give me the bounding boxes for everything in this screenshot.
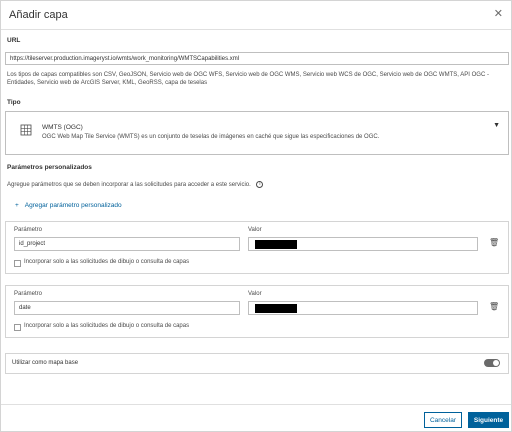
draw-query-only-checkbox[interactable] bbox=[14, 324, 21, 331]
value-label: Valor bbox=[248, 227, 262, 233]
custom-params-help: Agregue parámetros que se deben incorpor… bbox=[7, 181, 264, 189]
type-description: OGC Web Map Tile Service (WMTS) es un co… bbox=[42, 134, 380, 140]
type-name: WMTS (OGC) bbox=[42, 124, 83, 131]
value-label: Valor bbox=[248, 291, 262, 297]
cancel-button[interactable]: Cancelar bbox=[424, 412, 462, 428]
parameter-name-value: date bbox=[19, 305, 31, 311]
custom-parameter-row: Parámetro id_project Valor 🗑 Incorporar … bbox=[5, 221, 509, 274]
parameter-name-input[interactable]: date bbox=[14, 301, 240, 315]
parameter-value-input[interactable] bbox=[248, 237, 478, 251]
layer-tiles-icon bbox=[20, 124, 32, 136]
draw-query-only-checkbox[interactable] bbox=[14, 260, 21, 267]
parameter-label: Parámetro bbox=[14, 227, 43, 233]
close-icon[interactable]: ✕ bbox=[494, 9, 503, 20]
url-input[interactable]: https://tileserver.production.imageryst.… bbox=[5, 52, 509, 65]
dialog-title: Añadir capa bbox=[9, 9, 68, 21]
basemap-option: Utilizar como mapa base bbox=[5, 353, 509, 374]
parameter-value-input[interactable] bbox=[248, 301, 478, 315]
masked-value bbox=[255, 240, 297, 249]
parameter-name-input[interactable]: id_project bbox=[14, 237, 240, 251]
url-help-text: Los tipos de capas compatibles son CSV, … bbox=[7, 72, 489, 86]
custom-params-help-text: Agregue parámetros que se deben incorpor… bbox=[7, 182, 251, 189]
trash-icon[interactable]: 🗑 bbox=[489, 238, 499, 247]
layer-type-select[interactable]: WMTS (OGC) OGC Web Map Tile Service (WMT… bbox=[5, 111, 509, 155]
next-button[interactable]: Siguiente bbox=[468, 412, 509, 428]
url-value: https://tileserver.production.imageryst.… bbox=[10, 55, 240, 62]
plus-icon: + bbox=[15, 202, 19, 209]
url-label: URL bbox=[7, 37, 21, 44]
custom-params-label: Parámetros personalizados bbox=[7, 164, 92, 171]
add-custom-parameter-button[interactable]: + Agregar parámetro personalizado bbox=[15, 202, 122, 209]
basemap-toggle[interactable] bbox=[484, 359, 500, 367]
parameter-label: Parámetro bbox=[14, 291, 43, 297]
header-divider bbox=[1, 29, 511, 30]
info-icon[interactable]: i bbox=[256, 181, 264, 188]
toggle-knob bbox=[493, 360, 499, 366]
footer-divider bbox=[1, 404, 511, 405]
draw-query-only-label: Incorporar solo a las solicitudes de dib… bbox=[24, 323, 190, 329]
add-layer-dialog: Añadir capa ✕ URL https://tileserver.pro… bbox=[0, 0, 512, 432]
trash-icon[interactable]: 🗑 bbox=[489, 302, 499, 311]
add-custom-parameter-label: Agregar parámetro personalizado bbox=[24, 202, 122, 209]
masked-value bbox=[255, 304, 297, 313]
custom-parameter-row: Parámetro date Valor 🗑 Incorporar solo a… bbox=[5, 285, 509, 338]
draw-query-only-label: Incorporar solo a las solicitudes de dib… bbox=[24, 259, 190, 265]
basemap-label: Utilizar como mapa base bbox=[12, 360, 79, 366]
parameter-name-value: id_project bbox=[19, 241, 46, 247]
caret-down-icon: ▼ bbox=[493, 122, 500, 129]
type-label: Tipo bbox=[7, 99, 21, 106]
